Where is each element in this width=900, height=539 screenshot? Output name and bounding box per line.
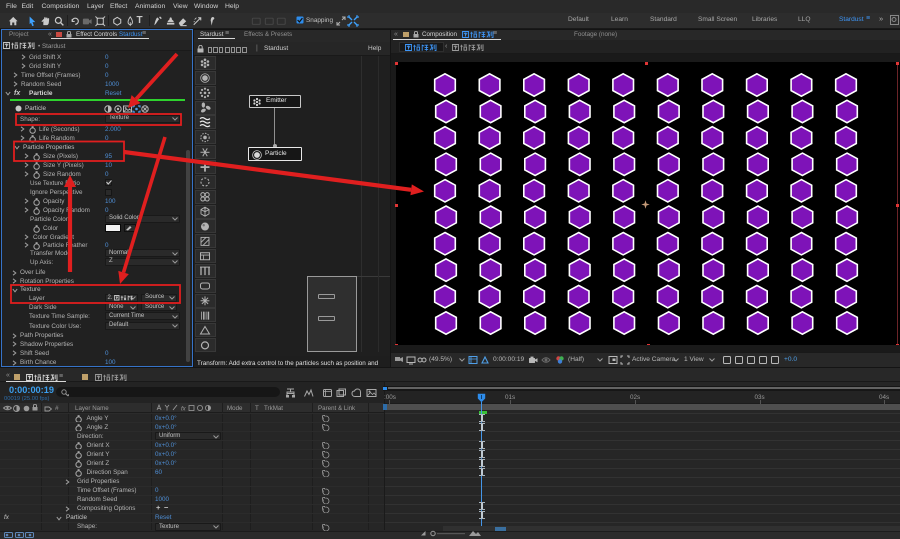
svg-text:fx: fx (181, 407, 187, 413)
